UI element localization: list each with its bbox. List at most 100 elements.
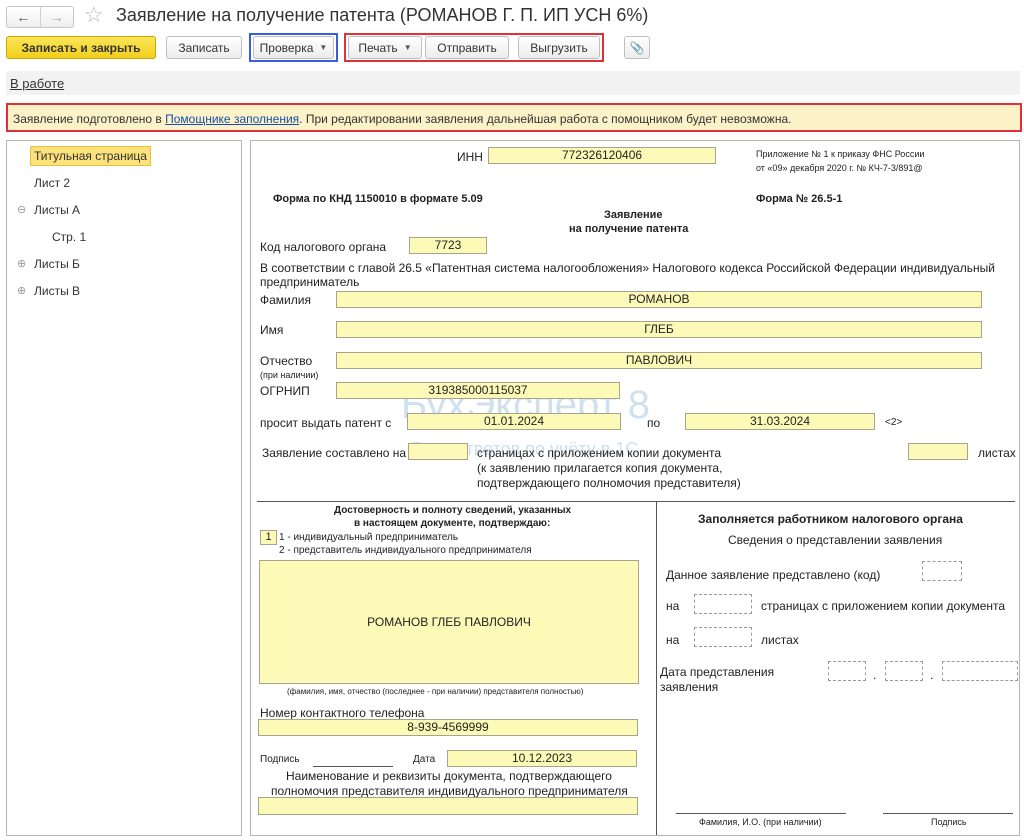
tax-sign-line [883, 813, 1013, 814]
tree-item-sheet-2[interactable]: Лист 2 [34, 176, 70, 190]
save-and-close-button[interactable]: Записать и закрыть [6, 36, 156, 59]
notice-text-after: . При редактировании заявления дальнейша… [299, 112, 792, 126]
form-number: Форма № 26.5-1 [756, 193, 843, 205]
back-icon[interactable]: ← [7, 7, 40, 27]
ogrnip-field[interactable]: 319385000115037 [336, 382, 620, 399]
tree-item-page-1[interactable]: Стр. 1 [52, 230, 86, 244]
tax-date-year-cells[interactable] [942, 661, 1018, 681]
status-bar [6, 71, 1020, 95]
paperclip-icon: 📎 [629, 40, 645, 55]
period-label: просит выдать патент с [260, 416, 392, 430]
intro-line-2: предприниматель [260, 275, 360, 289]
confirm-line-2: в настоящем документе, подтверждаю: [354, 518, 551, 529]
sections-tree: Титульная страница Лист 2 ⊖ Листы А Стр.… [6, 140, 242, 836]
heading-2: на получение патента [569, 223, 689, 235]
name-field[interactable]: ГЛЕБ [336, 321, 982, 338]
tax-submitted-label: Данное заявление представлено (код) [666, 568, 881, 582]
section-divider [257, 501, 1015, 502]
tax-sign-caption: Подпись [931, 817, 967, 827]
print-button[interactable]: Печать ▼ [348, 36, 422, 59]
date-to-field[interactable]: 31.03.2024 [685, 413, 875, 430]
tree-item-sheets-a[interactable]: Листы А [34, 203, 80, 217]
expand-icon[interactable]: ⊕ [17, 284, 26, 297]
appendix-line-1: Приложение № 1 к приказу ФНС России [756, 149, 925, 159]
print-button-label: Печать [358, 40, 398, 55]
patronymic-field[interactable]: ПАВЛОВИЧ [336, 352, 982, 369]
notice-banner: Заявление подготовлено в Помощнике запол… [6, 103, 1022, 132]
surname-label: Фамилия [260, 293, 311, 307]
tax-heading: Заполняется работником налогового органа [698, 512, 963, 526]
tax-sheets-label: листах [761, 633, 799, 647]
date-dot: . [873, 668, 877, 682]
knd-form: Форма по КНД 1150010 в формате 5.09 [273, 193, 483, 205]
inn-label: ИНН [457, 150, 483, 164]
doc-label-1: Наименование и реквизиты документа, подт… [286, 769, 612, 783]
date-from-field[interactable]: 01.01.2024 [407, 413, 621, 430]
date-label: Дата [413, 754, 436, 765]
tax-date-day-cells[interactable] [828, 661, 866, 681]
status-link[interactable]: В работе [10, 76, 64, 91]
heading-1: Заявление [604, 209, 663, 221]
tax-pages-cells[interactable] [694, 594, 752, 614]
pages-label: Заявление составлено на [262, 446, 407, 460]
signer-note: (фамилия, имя, отчество (последнее - при… [287, 687, 584, 696]
date-dot: . [930, 668, 934, 682]
tax-pages-label: страницах с приложением копии документа [761, 599, 1006, 613]
pages-text-1: страницах с приложением копии документа [477, 446, 722, 460]
tax-fio-line [676, 813, 846, 814]
tree-item-sheets-b[interactable]: Листы Б [34, 257, 80, 271]
tax-fio-caption: Фамилия, И.О. (при наличии) [699, 817, 822, 827]
tax-sheets-cells[interactable] [694, 627, 752, 647]
vertical-divider [656, 501, 657, 835]
appendix-line-2: от «09» декабря 2020 г. № КЧ-7-3/891@ [756, 163, 923, 173]
signer-name-field[interactable]: РОМАНОВ ГЛЕБ ПАВЛОВИЧ [259, 560, 639, 684]
surname-field[interactable]: РОМАНОВ [336, 291, 982, 308]
tax-date-month-cells[interactable] [885, 661, 923, 681]
export-button[interactable]: Выгрузить [518, 36, 600, 59]
window-title: Заявление на получение патента (РОМАНОВ … [116, 5, 649, 25]
signer-code-field[interactable]: 1 [260, 530, 277, 545]
check-button[interactable]: Проверка ▼ [253, 36, 334, 59]
sheets-field[interactable] [908, 443, 968, 460]
intro-line-1: В соответствии с главой 26.5 «Патентная … [260, 261, 995, 275]
pages-field[interactable] [408, 443, 468, 460]
collapse-icon[interactable]: ⊖ [17, 203, 26, 216]
patronymic-label: Отчество [260, 354, 313, 368]
phone-label: Номер контактного телефона [260, 706, 425, 720]
send-button[interactable]: Отправить [425, 36, 509, 59]
doc-label-2: полномочия представителя индивидуального… [271, 784, 628, 798]
attach-button[interactable]: 📎 [624, 36, 650, 59]
patronymic-note: (при наличии) [260, 370, 319, 380]
navigation-buttons: ← → [6, 6, 74, 28]
footnote-mark: <2> [885, 417, 903, 428]
pages-text-2: (к заявлению прилагается копия документа… [477, 461, 723, 475]
tax-subheading: Сведения о представлении заявления [728, 533, 943, 547]
to-label: по [647, 416, 661, 430]
notice-text-before: Заявление подготовлено в [13, 112, 166, 126]
check-button-label: Проверка [259, 40, 314, 55]
doc-field[interactable] [258, 797, 638, 815]
favorite-star-icon[interactable]: ☆ [84, 3, 104, 27]
tax-code-cells[interactable] [922, 561, 962, 581]
tree-item-sheets-v[interactable]: Листы В [34, 284, 80, 298]
sign-date-field[interactable]: 10.12.2023 [447, 750, 637, 767]
tax-on-label: на [666, 599, 680, 613]
phone-field[interactable]: 8-939-4569999 [258, 719, 638, 736]
tax-on-label-2: на [666, 633, 680, 647]
signature-line [313, 766, 393, 767]
expand-icon[interactable]: ⊕ [17, 257, 26, 270]
signer-option-1: 1 - индивидуальный предприниматель [279, 532, 459, 543]
name-label: Имя [260, 323, 284, 337]
sheets-label: листах [978, 446, 1016, 460]
tax-code-field[interactable]: 7723 [409, 237, 487, 254]
tree-item-title-page[interactable]: Титульная страница [30, 146, 151, 166]
signer-option-2: 2 - представитель индивидуального предпр… [279, 545, 532, 556]
pages-text-3: подтверждающего полномочия представителя… [477, 476, 741, 490]
tax-date-label-1: Дата представления [660, 665, 775, 679]
save-button[interactable]: Записать [166, 36, 242, 59]
ogrnip-label: ОГРНИП [260, 384, 310, 398]
forward-icon[interactable]: → [39, 7, 74, 27]
helper-link[interactable]: Помощнике заполнения [165, 112, 299, 126]
chevron-down-icon: ▼ [319, 43, 328, 52]
inn-field[interactable]: 772326120406 [488, 147, 716, 164]
